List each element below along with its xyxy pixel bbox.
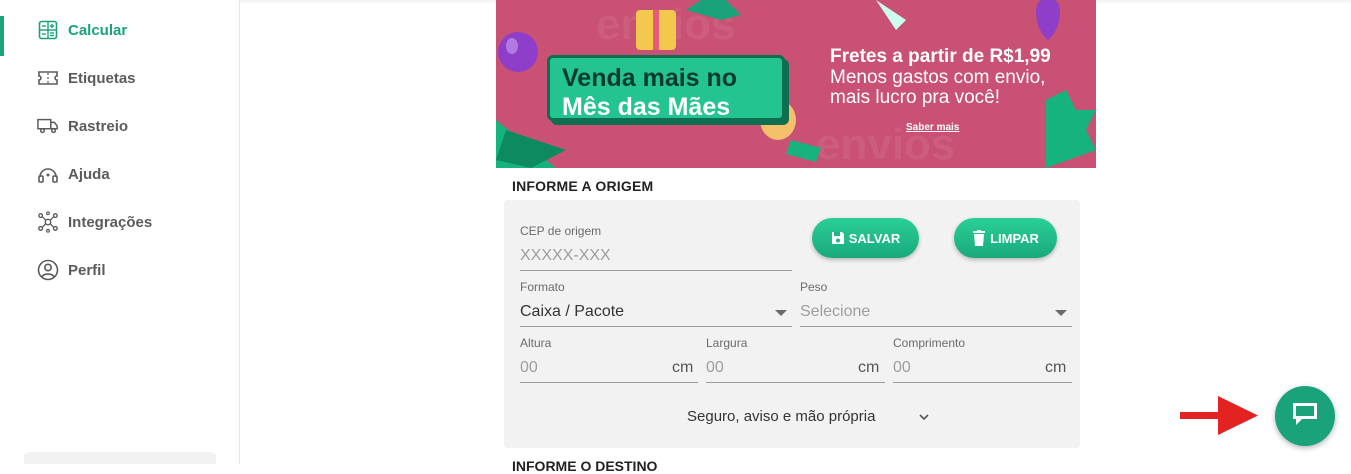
sidebar-item-label: Rastreio [68,117,129,135]
promo-line-1: Venda mais no [562,64,738,92]
sidebar: Calcular Etiquetas Rastreio Ajuda Integr… [0,0,240,464]
height-input[interactable]: 00 [520,359,538,377]
format-select[interactable]: Caixa / Pacote [520,303,624,321]
banner-headline: Fretes a partir de R$1,99 [830,46,1051,67]
save-button[interactable]: SALVAR [812,218,919,258]
sidebar-item-rastreio[interactable]: Rastreio [0,106,239,146]
sidebar-item-label: Etiquetas [68,69,136,87]
cep-label: CEP de origem [520,224,602,238]
user-circle-icon [37,259,59,281]
ticket-icon [37,67,59,89]
length-label: Comprimento [893,336,966,350]
format-underline [520,326,792,327]
origin-section-title: INFORME A ORIGEM [512,178,654,194]
sidebar-item-integracoes[interactable]: Integrações [0,202,239,242]
floppy-disk-icon [831,230,845,246]
truck-icon [37,115,59,137]
sidebar-footer [24,452,216,464]
sidebar-item-perfil[interactable]: Perfil [0,250,239,290]
sidebar-item-label: Ajuda [68,165,110,183]
height-underline [520,382,698,383]
length-unit: cm [1045,359,1067,376]
sidebar-item-calcular[interactable]: Calcular [0,10,239,56]
banner-subline-1: Menos gastos com envio, [830,67,1046,88]
sidebar-item-label: Perfil [68,261,106,279]
sidebar-item-ajuda[interactable]: Ajuda [0,154,239,194]
chat-button[interactable] [1275,386,1335,446]
length-underline [893,382,1072,383]
sidebar-item-label: Integrações [68,213,153,231]
height-label: Altura [520,336,552,350]
clear-button[interactable]: LIMPAR [954,218,1057,258]
format-label: Formato [520,280,565,294]
arrow-right-icon [1180,396,1258,435]
chevron-down-icon[interactable] [918,410,930,428]
width-underline [706,382,885,383]
promo-line-2: Mês das Mães [562,93,731,121]
extras-toggle[interactable]: Seguro, aviso e mão própria [687,408,875,425]
headset-icon [37,163,59,185]
trash-icon [972,230,986,246]
length-input[interactable]: 00 [893,359,911,377]
save-button-label: SALVAR [848,230,901,246]
calculator-icon [37,19,59,41]
sidebar-item-etiquetas[interactable]: Etiquetas [0,58,239,98]
promo-box: Venda mais no Mês das Mães [547,55,785,121]
cep-underline [520,270,792,271]
weight-select[interactable]: Selecione [800,303,870,321]
destination-section-title: INFORME O DESTINO [512,458,658,474]
chevron-down-icon [775,310,787,316]
sidebar-item-label: Calcular [68,21,128,39]
network-icon [37,211,59,233]
width-unit: cm [858,359,880,376]
cep-input[interactable]: XXXXX-XXX [520,247,611,265]
promo-banner[interactable]: envios envios Venda mais no Mês das Mães… [496,0,1096,168]
weight-label: Peso [800,280,828,294]
chat-bubble-icon [1290,400,1320,433]
weight-underline [800,326,1072,327]
banner-subline-2: mais lucro pra você! [830,87,1001,108]
width-input[interactable]: 00 [706,359,724,377]
height-unit: cm [672,359,694,376]
clear-button-label: LIMPAR [990,230,1039,246]
width-label: Largura [706,336,748,350]
chevron-down-icon [1055,310,1067,316]
banner-learn-more-link[interactable]: Saber mais [906,122,959,133]
